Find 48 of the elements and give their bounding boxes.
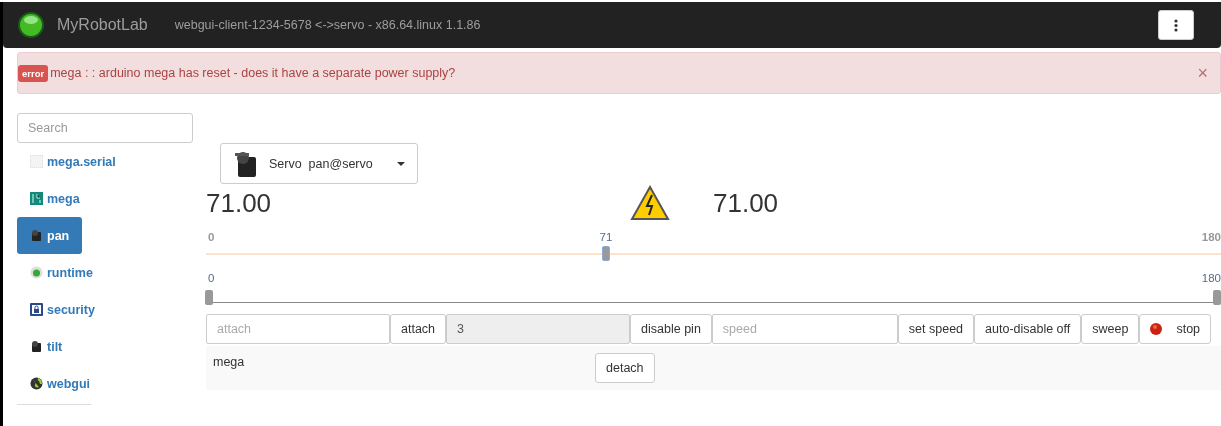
detach-button[interactable]: detach [595,353,655,383]
caret-icon [397,161,405,166]
action-button[interactable]: disable pin [630,314,712,344]
sidebar-item[interactable]: webgui [17,365,104,402]
sidebar-item[interactable]: mega.serial [17,143,129,180]
slider-max-label: 180 [1201,231,1221,243]
servo-motor-icon [30,340,43,353]
stop-sign-icon [1150,323,1163,335]
globe-icon [30,377,43,390]
slider-thumb[interactable] [205,290,213,305]
slider-value-label: 71 [599,231,613,243]
status-light-icon [17,11,45,39]
connection-info: webgui-client-1234-5678 <->servo - x86.64.linux 1.1.86 [174,18,482,32]
action-button[interactable]: sweep [1081,314,1140,344]
circuit-board-icon [30,192,43,205]
more-vertical-icon [1174,18,1178,32]
alert-message: mega : : arduino mega has reset - does it have a separate power supply? [50,66,457,80]
input-field[interactable]: speed [711,314,898,344]
grid-icon [30,155,43,168]
input-field[interactable]: attach [206,314,390,344]
warning-icon [630,185,670,221]
service-dropdown[interactable]: Servo pan@servo [220,143,418,184]
position-slider[interactable]: 0 71 180 [206,222,1221,270]
action-button[interactable]: auto-disable off [974,314,1082,344]
controller-name: mega [213,355,246,371]
sidebar-item[interactable]: mega [17,180,93,217]
action-button[interactable]: set speed [897,314,975,344]
slider-thumb[interactable] [1213,290,1221,305]
current-position: 71.00 [206,187,273,219]
sidebar-item[interactable]: pan [17,217,83,254]
slider-min-label: 0 [208,231,215,243]
range-max-label: 180 [1201,272,1221,284]
slider-thumb[interactable] [601,246,610,261]
sidebar-item[interactable]: security [17,291,108,328]
servo-motor-icon [30,229,43,242]
search-field[interactable]: Search [17,113,193,143]
brand-title[interactable]: MyRobotLab [57,16,148,34]
close-button[interactable]: × [1197,62,1208,84]
sidebar-item[interactable]: runtime [17,254,106,291]
sidebar-item[interactable]: tilt [17,328,76,365]
range-slider[interactable]: 0 180 [206,270,1221,310]
menu-button[interactable] [1158,10,1194,40]
lock-icon [30,303,43,316]
stop-button[interactable]: stop [1139,314,1212,344]
range-min-label: 0 [208,272,215,284]
target-position: 71.00 [713,187,779,219]
action-button[interactable]: attach [390,314,447,344]
error-badge: error [18,64,49,82]
